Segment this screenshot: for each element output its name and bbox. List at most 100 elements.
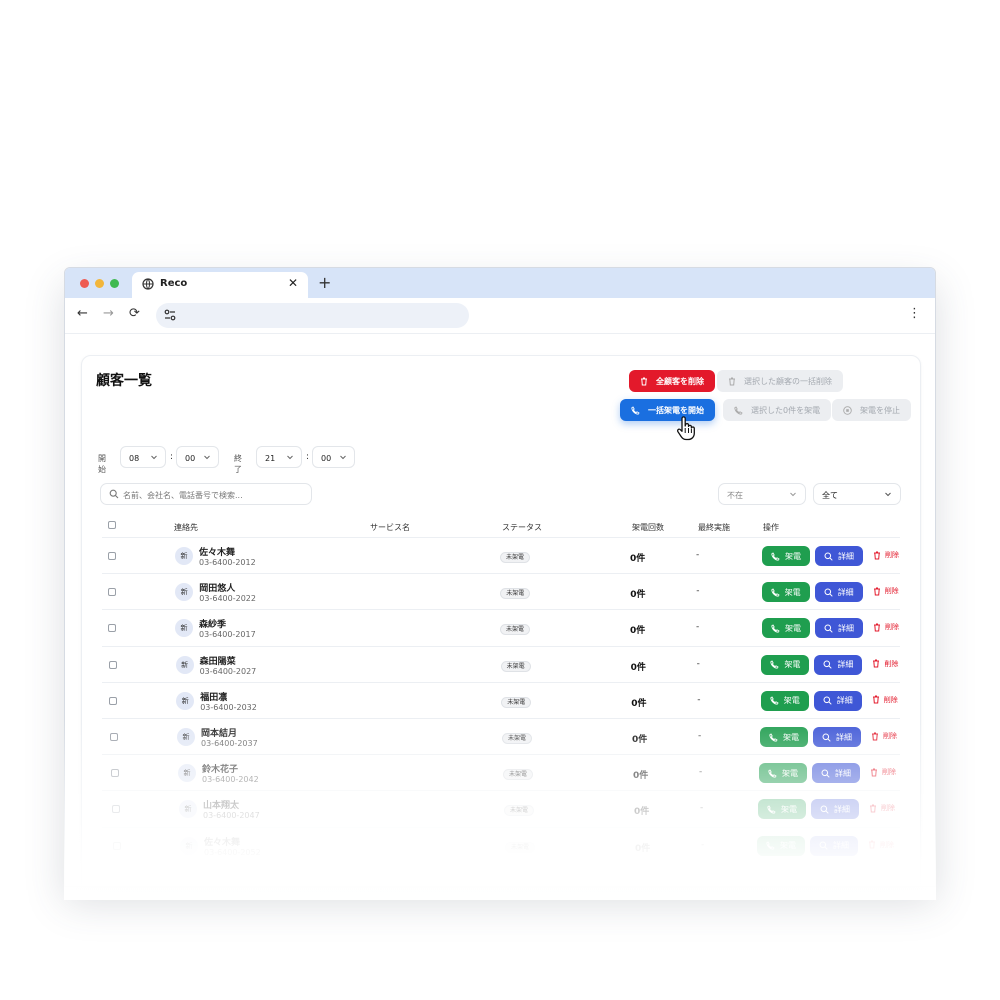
row-checkbox[interactable] [110, 733, 118, 741]
forward-button[interactable]: → [103, 306, 114, 321]
delete-button[interactable]: 削除 [870, 767, 896, 777]
detail-button[interactable]: 詳細 [811, 799, 859, 820]
call-button[interactable]: 架電 [759, 763, 807, 784]
detail-button-label: 詳細 [833, 841, 849, 851]
row-checkbox[interactable] [109, 696, 118, 705]
detail-button[interactable]: 詳細 [814, 654, 863, 675]
delete-button[interactable]: 削除 [872, 695, 898, 705]
stop-call-button[interactable]: 架電を停止 [832, 399, 911, 421]
close-tab-icon[interactable]: ✕ [288, 276, 298, 290]
back-button[interactable]: ← [77, 306, 88, 321]
detail-button[interactable]: 詳細 [810, 835, 858, 856]
call-selected-button[interactable]: 選択した0件を架電 [723, 399, 832, 421]
detail-button[interactable]: 詳細 [815, 546, 863, 566]
browser-menu-button[interactable]: ⋮ [908, 307, 921, 320]
status-badge: 未架電 [504, 805, 535, 817]
row-checkbox[interactable] [108, 624, 116, 633]
table-row[interactable]: 新山本翔太 03-6400-2047 未架電 0件 - 架電 詳細 削除 [102, 790, 900, 826]
phone-icon [771, 588, 780, 597]
end-time-label: 終了 [234, 454, 242, 474]
maximize-window-dot[interactable] [110, 279, 119, 288]
call-button-label: 架電 [783, 696, 800, 706]
start-time-separator: : [170, 452, 174, 462]
delete-button[interactable]: 削除 [871, 731, 897, 741]
header-call-count: 架電回数 [632, 523, 664, 532]
reload-button[interactable]: ⟳ [129, 306, 140, 321]
phone-icon [767, 805, 776, 814]
table-row[interactable]: 新鈴木花子 03-6400-2042 未架電 0件 - 架電 詳細 削除 [102, 754, 900, 790]
contact-phone: 03-6400-2037 [201, 739, 258, 748]
detail-button[interactable]: 詳細 [812, 763, 860, 784]
start-hour-select[interactable]: 08 [120, 446, 166, 468]
call-button[interactable]: 架電 [762, 546, 810, 566]
delete-button[interactable]: 削除 [868, 840, 894, 850]
detail-button-label: 詳細 [834, 804, 850, 814]
phone-icon [768, 769, 777, 778]
contact-name: 福田凛 [200, 692, 228, 703]
phone-icon [631, 405, 640, 415]
start-minute-select[interactable]: 00 [176, 446, 219, 468]
start-bulk-call-button[interactable]: 一括架電を開始 [620, 399, 715, 421]
delete-button[interactable]: 削除 [873, 622, 899, 632]
call-button-label: 架電 [784, 660, 801, 670]
detail-button-label: 詳細 [836, 732, 852, 742]
browser-toolbar: ← → ⟳ ⋮ [65, 298, 935, 334]
delete-button[interactable]: 削除 [873, 550, 899, 560]
call-button[interactable]: 架電 [761, 582, 810, 603]
delete-selected-label: 選択した顧客の一括削除 [744, 376, 832, 386]
magnifier-icon [824, 588, 833, 597]
avatar: 新 [175, 583, 194, 602]
table-row[interactable]: 新森田陽菜 03-6400-2027 未架電 0件 - 架電 詳細 削除 [102, 645, 900, 682]
call-button[interactable]: 架電 [757, 835, 805, 856]
row-checkbox[interactable] [108, 660, 117, 669]
call-button[interactable]: 架電 [761, 654, 810, 675]
call-button-label: 架電 [780, 841, 796, 851]
address-bar[interactable] [156, 303, 469, 328]
table-row[interactable]: 新佐々木舞 03-6400-2052 未架電 0件 - 架電 詳細 削除 [102, 826, 900, 863]
call-button[interactable]: 架電 [760, 727, 808, 747]
detail-button[interactable]: 詳細 [814, 582, 863, 603]
detail-button[interactable]: 詳細 [815, 618, 863, 639]
contact-phone: 03-6400-2022 [199, 594, 256, 604]
table-row[interactable]: 新佐々木舞 03-6400-2012 未架電 0件 - 架電 詳細 削除 [102, 537, 900, 573]
minimize-window-dot[interactable] [95, 279, 104, 288]
call-button[interactable]: 架電 [760, 690, 809, 711]
row-checkbox[interactable] [108, 588, 117, 597]
status-filter-select[interactable]: 不在 [718, 483, 806, 505]
detail-button[interactable]: 詳細 [813, 690, 862, 711]
delete-button-label: 削除 [885, 623, 899, 632]
table-row[interactable]: 新岡田悠人 03-6400-2022 未架電 0件 - 架電 詳細 削除 [102, 573, 900, 609]
detail-button[interactable]: 詳細 [813, 727, 861, 747]
call-count: 0件 [630, 554, 646, 564]
phone-icon [734, 405, 743, 415]
tune-icon[interactable] [164, 309, 176, 321]
trash-icon [874, 551, 880, 559]
browser-tab[interactable]: Reco ✕ [132, 272, 308, 298]
all-filter-select[interactable]: 全て [813, 483, 901, 505]
select-all-checkbox[interactable] [108, 521, 116, 529]
call-button[interactable]: 架電 [762, 618, 810, 639]
close-window-dot[interactable] [80, 279, 89, 288]
table-row[interactable]: 新福田凛 03-6400-2032 未架電 0件 - 架電 詳細 削除 [102, 681, 900, 718]
new-tab-button[interactable]: + [318, 273, 331, 292]
trash-icon [873, 587, 880, 596]
table-row[interactable]: 新岡本結月 03-6400-2037 未架電 0件 - 架電 詳細 削除 [102, 718, 900, 754]
end-hour-select[interactable]: 21 [256, 446, 302, 468]
contact-name: 佐々木舞 [204, 837, 241, 848]
search-input[interactable]: 名前、会社名、電話番号で検索... [100, 483, 312, 505]
delete-all-button[interactable]: 全顧客を削除 [629, 370, 715, 392]
delete-button[interactable]: 削除 [873, 586, 899, 596]
delete-button[interactable]: 削除 [869, 803, 895, 813]
end-minute-select[interactable]: 00 [312, 446, 355, 468]
row-checkbox[interactable] [111, 769, 119, 778]
status-badge: 未架電 [500, 660, 531, 672]
row-checkbox[interactable] [108, 552, 116, 560]
call-button[interactable]: 架電 [758, 799, 806, 820]
delete-selected-button[interactable]: 選択した顧客の一括削除 [717, 370, 843, 392]
delete-button[interactable]: 削除 [872, 659, 898, 669]
row-checkbox[interactable] [113, 841, 121, 850]
row-checkbox[interactable] [112, 805, 120, 814]
contact-phone: 03-6400-2047 [203, 811, 260, 821]
magnifier-icon [824, 552, 833, 561]
table-row[interactable]: 新森紗季 03-6400-2017 未架電 0件 - 架電 詳細 削除 [102, 609, 900, 645]
